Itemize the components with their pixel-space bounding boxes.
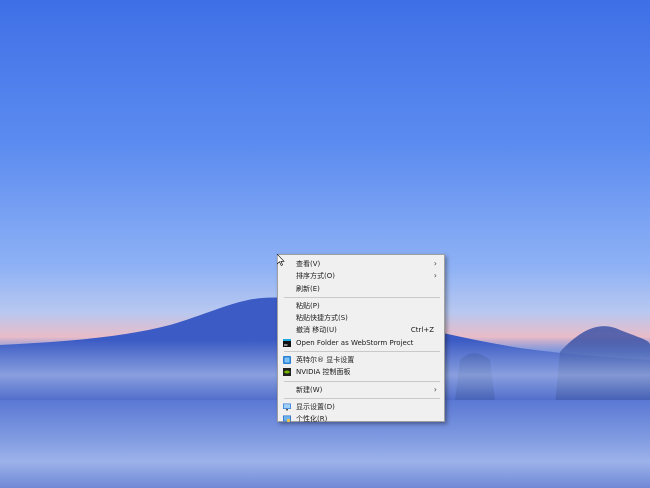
intel-graphics-icon — [283, 356, 291, 365]
chevron-right-icon: › — [433, 259, 437, 268]
menu-separator — [284, 296, 440, 298]
menu-item-view[interactable]: 查看(V) › — [278, 258, 444, 270]
menu-item-undo-move[interactable]: 撤消 移动(U) Ctrl+Z — [278, 324, 444, 336]
menu-item-sort-by[interactable]: 排序方式(O) › — [278, 270, 444, 282]
nvidia-icon — [283, 368, 291, 377]
menu-item-label: 新建(W) — [296, 385, 323, 394]
desktop-context-menu: 查看(V) › 排序方式(O) › 刷新(E) 粘贴(P) 粘贴快捷方式(S) … — [277, 254, 445, 425]
chevron-right-icon: › — [433, 384, 437, 394]
menu-item-refresh[interactable]: 刷新(E) — [278, 283, 444, 295]
menu-item-intel-graphics[interactable]: 英特尔® 显卡设置 — [278, 354, 444, 366]
menu-item-label: 显示设置(D) — [296, 402, 335, 411]
menu-item-label: 排序方式(O) — [296, 272, 335, 281]
menu-item-label: NVIDIA 控制面板 — [296, 368, 351, 377]
menu-item-label: 粘贴(P) — [296, 301, 320, 310]
mouse-cursor-icon — [277, 254, 285, 266]
menu-item-display-settings[interactable]: 显示设置(D) — [278, 401, 444, 413]
menu-item-label: 个性化(R) — [296, 415, 328, 424]
menu-separator — [284, 351, 440, 353]
menu-separator — [284, 397, 440, 399]
menu-item-label: 撤消 移动(U) — [296, 326, 337, 335]
menu-item-nvidia-control-panel[interactable]: NVIDIA 控制面板 — [278, 366, 444, 378]
menu-item-paste-shortcut[interactable]: 粘贴快捷方式(S) — [278, 312, 444, 324]
menu-item-paste[interactable]: 粘贴(P) — [278, 300, 444, 312]
menu-item-label: 查看(V) — [296, 260, 321, 268]
menu-item-personalize[interactable]: 个性化(R) — [278, 413, 444, 425]
chevron-right-icon: › — [433, 271, 437, 281]
menu-separator — [284, 380, 440, 382]
personalize-icon — [283, 415, 291, 423]
menu-item-label: 刷新(E) — [296, 284, 320, 293]
webstorm-icon — [283, 338, 291, 347]
menu-item-open-webstorm[interactable]: Open Folder as WebStorm Project — [278, 337, 444, 349]
menu-item-label: Open Folder as WebStorm Project — [296, 338, 414, 347]
menu-item-label: 英特尔® 显卡设置 — [296, 356, 355, 365]
menu-item-label: 粘贴快捷方式(S) — [296, 314, 348, 323]
menu-item-shortcut: Ctrl+Z — [410, 326, 434, 335]
menu-item-new[interactable]: 新建(W) › — [278, 384, 444, 396]
display-settings-icon — [283, 403, 291, 411]
